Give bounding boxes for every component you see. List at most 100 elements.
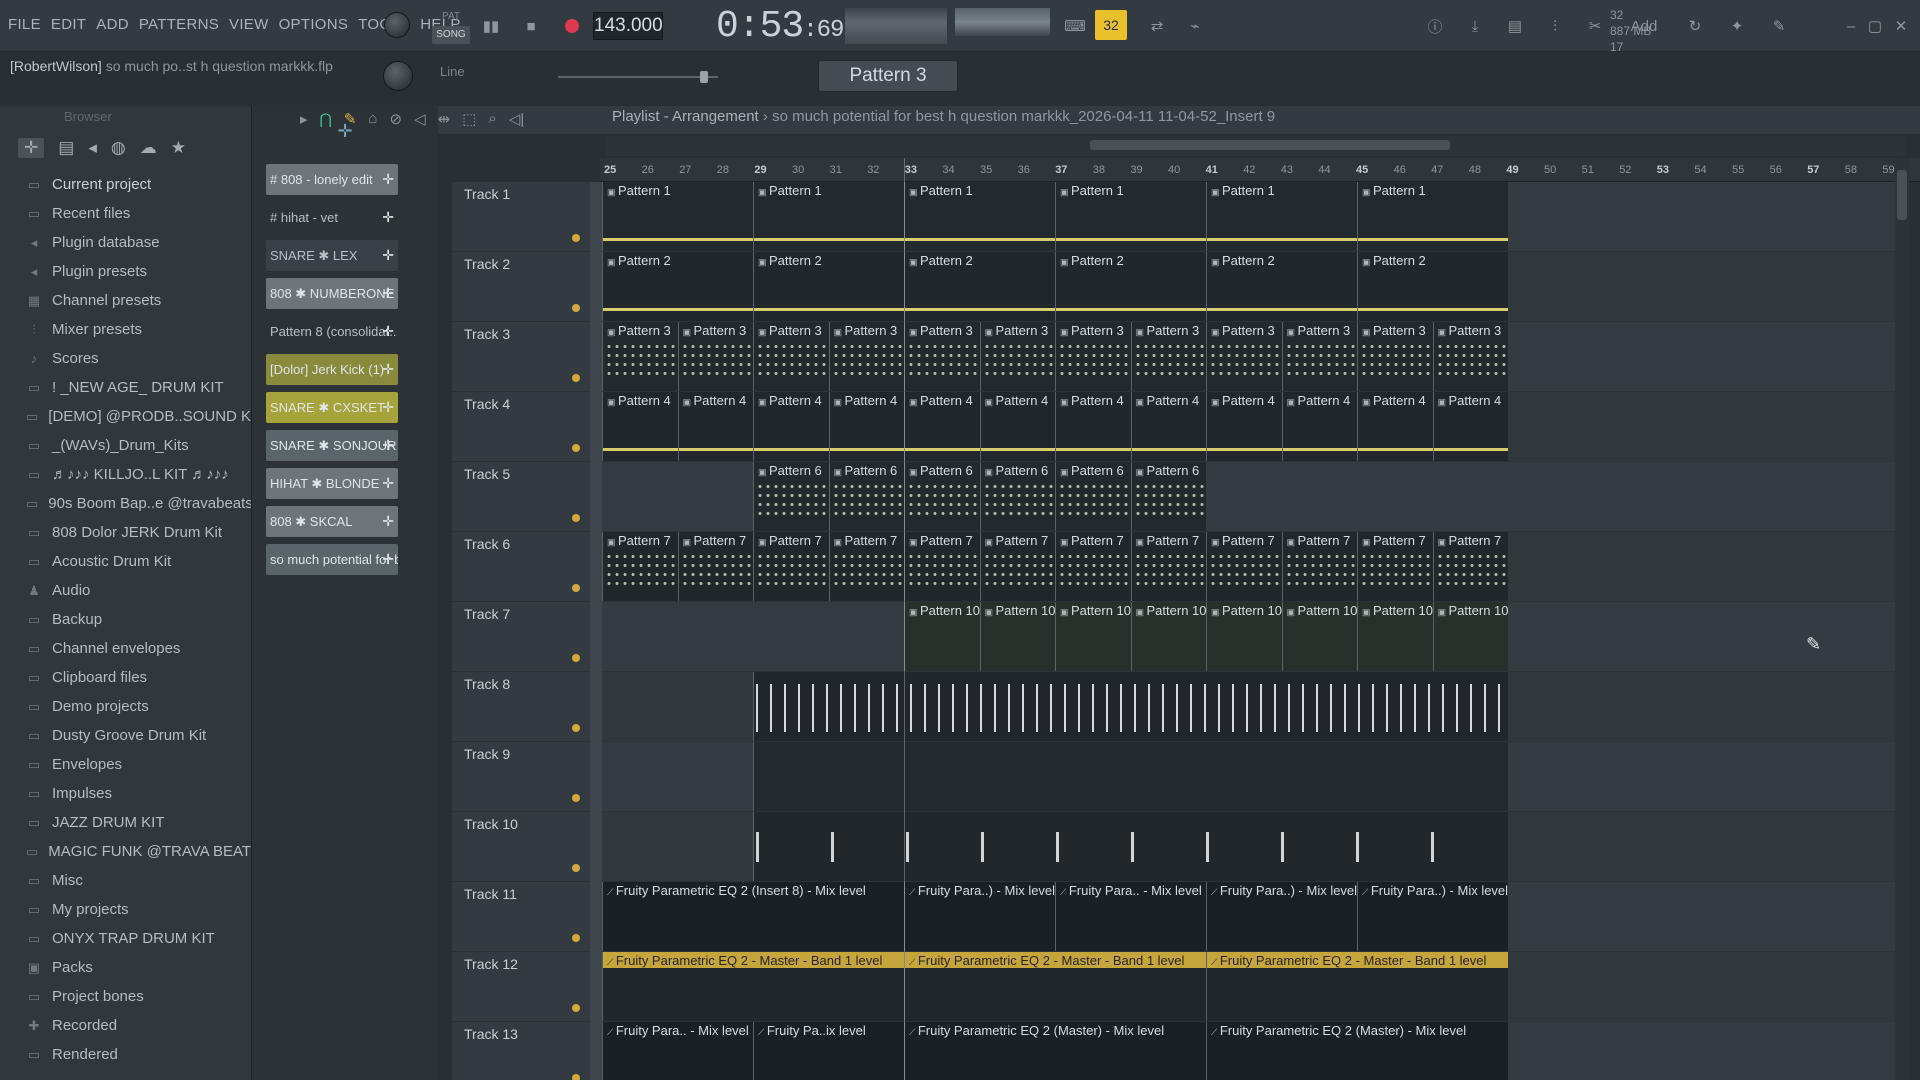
timeline-ruler[interactable]: 25 26 27 28 29 30 31 32 33 34 35 36 37 38 39 40 41 42 43 44…: [600, 158, 1920, 182]
track-header[interactable]: Track 6: [452, 532, 590, 602]
browser-item[interactable]: ▭ Clipboard files: [0, 663, 251, 692]
playlist-clip[interactable]: Pattern 10: [979, 602, 1055, 671]
track-header[interactable]: Track 2: [452, 252, 590, 322]
browser-item[interactable]: ▭ Project bones: [0, 982, 251, 1011]
playlist-clip[interactable]: Pattern 1: [602, 182, 753, 251]
add-to-playlist-icon[interactable]: ✛: [382, 392, 394, 423]
playlist-clip[interactable]: Pattern 2: [753, 252, 904, 321]
playback-icon[interactable]: ◁|: [509, 110, 524, 128]
browser-item[interactable]: ▭ Acoustic Drum Kit: [0, 547, 251, 576]
speaker-icon[interactable]: ◂: [88, 138, 97, 158]
playlist-clip[interactable]: Pattern 4: [1206, 392, 1282, 461]
playlist-clip[interactable]: Pattern 2: [1206, 252, 1357, 321]
playlist-clip[interactable]: Pattern 3: [1206, 322, 1282, 391]
playlist-clip[interactable]: Pattern 6: [753, 462, 829, 531]
playlist-clip[interactable]: Pattern 4: [979, 392, 1055, 461]
playlist-clip[interactable]: Pattern 4: [1055, 392, 1131, 461]
tempo-display[interactable]: 143.000: [593, 12, 663, 40]
close-icon[interactable]: ✕: [1886, 12, 1916, 40]
playlist-clip[interactable]: Pattern 4: [1130, 392, 1206, 461]
pencil-icon[interactable]: ✎: [344, 110, 357, 128]
track-mute-led[interactable]: [572, 374, 580, 382]
playlist-clip[interactable]: Pattern 4: [904, 392, 980, 461]
playlist-clip[interactable]: Pattern 6: [904, 462, 980, 531]
add-to-playlist-icon[interactable]: ✛: [382, 354, 394, 385]
play-button[interactable]: ▮▮: [476, 12, 506, 40]
save-icon[interactable]: ▤: [1500, 12, 1530, 40]
globe-icon[interactable]: ◍: [111, 138, 126, 158]
browser-item[interactable]: ◂ Plugin database: [0, 228, 251, 257]
playlist-clip[interactable]: Fruity Para..) - Mix level: [904, 882, 1055, 951]
add-to-playlist-icon[interactable]: ✛: [382, 202, 394, 233]
slip-icon[interactable]: ⇹: [438, 110, 451, 128]
track-mute-led[interactable]: [572, 654, 580, 662]
horizontal-scrollbar[interactable]: [605, 136, 1905, 156]
picker-item[interactable]: SNARE ✱ CXSKET ✛: [266, 392, 398, 423]
browser-item[interactable]: ▭ Backup: [0, 605, 251, 634]
playlist-clip[interactable]: Pattern 4: [677, 392, 753, 461]
menu-patterns[interactable]: PATTERNS: [139, 16, 219, 33]
playlist-clip[interactable]: Pattern 10: [1281, 602, 1357, 671]
playlist-clip[interactable]: Fruity Para..) - Mix level: [1357, 882, 1508, 951]
playlist-clip[interactable]: Pattern 1: [904, 182, 1055, 251]
browser-item[interactable]: ▭ Demo projects: [0, 692, 251, 721]
playlist-clip[interactable]: [753, 812, 1508, 881]
line-mode-selector[interactable]: Line: [440, 64, 465, 79]
browser-item[interactable]: ▭ ! _NEW AGE_ DRUM KIT: [0, 373, 251, 402]
browser-item[interactable]: ▭ Envelopes: [0, 750, 251, 779]
pat-song-toggle[interactable]: PAT SONG: [432, 8, 470, 44]
playlist-clip[interactable]: Pattern 7: [1357, 532, 1433, 601]
browser-item[interactable]: ▭ ONYX TRAP DRUM KIT: [0, 924, 251, 953]
browser-item[interactable]: ▭ Recent files: [0, 199, 251, 228]
browser-item[interactable]: ♪ Scores: [0, 344, 251, 373]
browser-item[interactable]: ▭ [DEMO] @PRODB..SOUND KIT: [0, 402, 251, 431]
add-to-playlist-icon[interactable]: ✛: [382, 544, 394, 575]
playlist-clip[interactable]: Pattern 3: [1432, 322, 1508, 391]
browser-item[interactable]: ▭ 808 Dolor JERK Drum Kit: [0, 518, 251, 547]
picker-item[interactable]: SNARE ✱ SONJOUR ✛: [266, 430, 398, 461]
master-volume-knob[interactable]: [384, 12, 410, 38]
step-edit-button[interactable]: 32: [1095, 10, 1127, 40]
playlist-clip[interactable]: Pattern 6: [979, 462, 1055, 531]
track-resize-strip[interactable]: [590, 182, 602, 1080]
track-header[interactable]: Track 13: [452, 1022, 590, 1080]
vertical-scrollbar[interactable]: [1895, 158, 1909, 1080]
tools-icon[interactable]: ✎: [1764, 12, 1794, 40]
picker-item[interactable]: so much potential for bes..✛: [266, 544, 398, 575]
menu-edit[interactable]: EDIT: [51, 16, 86, 33]
delete-icon[interactable]: ⊘: [389, 110, 402, 128]
playlist-clip[interactable]: Fruity Parametric EQ 2 - Master - Band 1…: [1206, 952, 1508, 1021]
menu-view[interactable]: VIEW: [229, 16, 269, 33]
playlist-clip[interactable]: Pattern 6: [1055, 462, 1131, 531]
picker-item[interactable]: SNARE ✱ LEX ✛: [266, 240, 398, 271]
browser-item[interactable]: ⫶ Mixer presets: [0, 315, 251, 344]
playlist-clip[interactable]: Pattern 2: [904, 252, 1055, 321]
playlist-clip[interactable]: Pattern 3: [1055, 322, 1131, 391]
playlist-clip[interactable]: Pattern 4: [602, 392, 678, 461]
playlist-clip[interactable]: Pattern 6: [1130, 462, 1206, 531]
paint-icon[interactable]: ⌂: [368, 110, 377, 128]
download-icon[interactable]: ⤓: [1460, 12, 1490, 40]
playlist-clip[interactable]: Pattern 1: [1357, 182, 1508, 251]
all-icon[interactable]: ✛: [18, 138, 45, 158]
playlist-clip[interactable]: Fruity Para.. - Mix level: [1055, 882, 1206, 951]
zoom-icon[interactable]: ⌕: [488, 110, 496, 128]
picker-item[interactable]: 808 ✱ SKCAL ✛: [266, 506, 398, 537]
playlist-clip[interactable]: Fruity Parametric EQ 2 (Insert 8) - Mix …: [602, 882, 904, 951]
menu-file[interactable]: FILE: [8, 16, 41, 33]
browser-item[interactable]: ♟ Audio: [0, 576, 251, 605]
picker-item[interactable]: # 808 - lonely edit ✛: [266, 164, 398, 195]
playlist-clip[interactable]: Fruity Parametric EQ 2 (Master) - Mix le…: [904, 1022, 1206, 1080]
vertical-scroll-thumb[interactable]: [1897, 170, 1907, 220]
playlist-clip[interactable]: Pattern 10: [1432, 602, 1508, 671]
playlist-clip[interactable]: Pattern 10: [1130, 602, 1206, 671]
browser-item[interactable]: ▣ Packs: [0, 953, 251, 982]
playlist-clip[interactable]: Pattern 4: [828, 392, 904, 461]
pattern-selector[interactable]: Pattern 3: [818, 60, 958, 92]
playlist-clip[interactable]: Pattern 3: [602, 322, 678, 391]
track-mute-led[interactable]: [572, 934, 580, 942]
add-to-playlist-icon[interactable]: ✛: [382, 430, 394, 461]
browser-item[interactable]: ▭ My projects: [0, 895, 251, 924]
track-mute-led[interactable]: [572, 1004, 580, 1012]
browser-item[interactable]: ▭ MAGIC FUNK @TRAVA BEATS: [0, 837, 251, 866]
